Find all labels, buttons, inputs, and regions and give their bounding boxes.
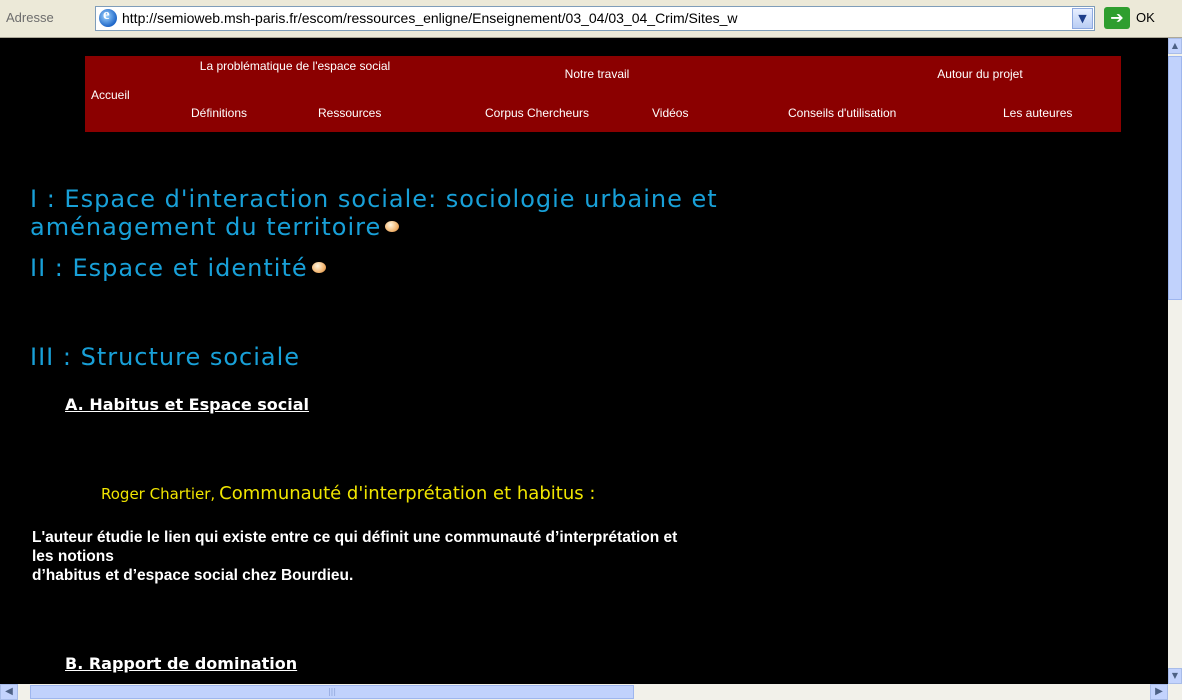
section-3-heading: III : Structure sociale (30, 343, 301, 371)
subsection-a-link[interactable]: A. Habitus et Espace social (65, 395, 309, 414)
go-arrow-icon[interactable]: ➔ (1104, 7, 1130, 29)
horizontal-scroll-thumb[interactable]: ||| (30, 685, 634, 699)
quote-title: Communauté d'interprétation et habitus : (219, 483, 596, 504)
paragraph-line: d’habitus et d’espace social chez Bourdi… (32, 567, 354, 584)
bullet-icon (311, 261, 326, 273)
bullet-icon (385, 220, 400, 232)
nav-item-chercheurs[interactable]: Chercheurs (527, 106, 589, 120)
section-2-label[interactable]: II : Espace et identité (30, 254, 308, 282)
section-1-line1[interactable]: I : Espace d'interaction sociale: sociol… (30, 185, 718, 213)
scroll-up-icon[interactable]: ▲ (1168, 38, 1182, 54)
site-navigation: Accueil La problématique de l'espace soc… (85, 56, 1121, 132)
section-2-heading[interactable]: II : Espace et identité (30, 254, 326, 282)
scroll-down-icon[interactable]: ▼ (1168, 668, 1182, 684)
section-1-heading[interactable]: I : Espace d'interaction sociale: sociol… (30, 185, 718, 241)
address-input[interactable]: http://semioweb.msh-paris.fr/escom/resso… (95, 6, 1095, 31)
nav-item-definitions[interactable]: Définitions (191, 106, 247, 120)
nav-item-videos[interactable]: Vidéos (652, 106, 688, 120)
address-label: Adresse (6, 10, 54, 25)
nav-item-ressources[interactable]: Ressources (318, 106, 381, 120)
chevron-down-icon[interactable]: ▼ (1072, 8, 1093, 29)
scroll-right-icon[interactable]: ▶ (1150, 684, 1168, 700)
vertical-scrollbar[interactable]: ▲ ▼ (1168, 38, 1182, 684)
scroll-left-icon[interactable]: ◀ (0, 684, 18, 700)
nav-item-auteures[interactable]: Les auteures (1003, 106, 1072, 120)
subsection-b-link[interactable]: B. Rapport de domination (65, 654, 297, 673)
nav-home[interactable]: Accueil (91, 88, 130, 102)
ie-page-icon (99, 7, 117, 27)
page-content: Accueil La problématique de l'espace soc… (8, 38, 1168, 684)
vertical-scroll-thumb[interactable] (1168, 56, 1182, 300)
quote-author: Roger Chartier, (101, 485, 216, 503)
paragraph-line: les notions (32, 548, 114, 565)
nav-group-projet[interactable]: Autour du projet (900, 67, 1060, 81)
description-paragraph: L'auteur étudie le lien qui existe entre… (32, 528, 1142, 585)
section-1-line2[interactable]: aménagement du territoire (30, 213, 381, 241)
nav-item-corpus[interactable]: Corpus (485, 106, 524, 120)
paragraph-line: L'auteur étudie le lien qui existe entre… (32, 529, 678, 546)
nav-group-travail[interactable]: Notre travail (527, 67, 667, 81)
address-url[interactable]: http://semioweb.msh-paris.fr/escom/resso… (122, 10, 1068, 26)
nav-item-conseils[interactable]: Conseils d'utilisation (788, 106, 896, 120)
nav-group-problematique[interactable]: La problématique de l'espace social (195, 60, 395, 73)
quote-line: Roger Chartier, Communauté d'interprétati… (101, 483, 595, 504)
horizontal-scrollbar[interactable]: ◀ ||| ▶ (0, 684, 1182, 700)
go-button[interactable]: OK (1136, 10, 1155, 25)
address-bar: Adresse http://semioweb.msh-paris.fr/esc… (0, 0, 1182, 38)
